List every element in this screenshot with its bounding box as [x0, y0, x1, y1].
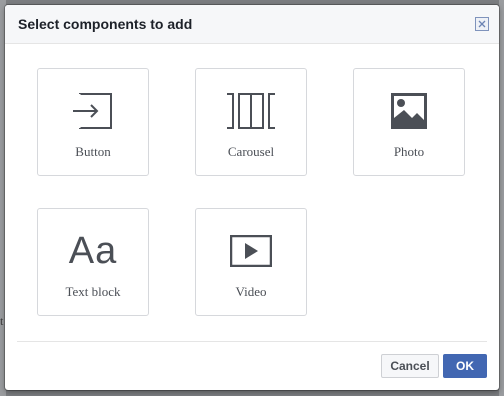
close-button[interactable]	[475, 17, 489, 31]
close-icon	[478, 20, 486, 28]
component-tile-photo[interactable]: Photo	[353, 68, 465, 176]
ok-button[interactable]: OK	[443, 354, 487, 378]
component-label: Button	[75, 144, 111, 159]
component-label: Video	[235, 284, 267, 299]
component-label: Photo	[393, 144, 425, 159]
cancel-button[interactable]: Cancel	[381, 354, 439, 378]
photo-icon	[354, 91, 464, 131]
component-tile-button[interactable]: Button	[37, 68, 149, 176]
component-label: Text block	[65, 284, 121, 299]
component-label: Carousel	[227, 144, 275, 159]
text-block-glyph: Aa	[68, 230, 118, 272]
select-components-dialog: Select components to add Button Carousel…	[5, 5, 499, 390]
footer-divider	[17, 341, 487, 342]
dialog-title: Select components to add	[18, 16, 193, 32]
dialog-header: Select components to add	[5, 5, 499, 44]
video-play-icon	[196, 231, 306, 271]
backdrop-right-edge	[499, 0, 504, 396]
carousel-icon	[196, 91, 306, 131]
text-block-icon: Aa	[38, 231, 148, 271]
component-tile-text-block[interactable]: Aa Text block	[37, 208, 149, 316]
component-tile-carousel[interactable]: Carousel	[195, 68, 307, 176]
component-tile-video[interactable]: Video	[195, 208, 307, 316]
enter-arrow-icon	[38, 91, 148, 131]
